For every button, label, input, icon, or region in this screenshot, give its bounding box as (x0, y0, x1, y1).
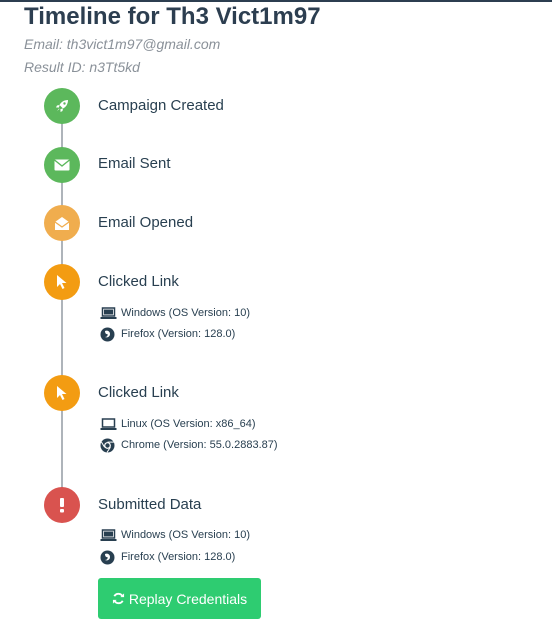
event-detail-os: Windows (OS Version: 10) (100, 526, 250, 544)
timeline-marker-opened (44, 205, 80, 241)
laptop-icon (100, 305, 118, 321)
page-title: Timeline for Th3 Vict1m97 (24, 3, 321, 30)
event-detail-os: Linux (OS Version: x86_64) (100, 415, 256, 433)
laptop-icon (100, 527, 118, 543)
firefox-icon (100, 326, 118, 342)
chrome-icon (100, 437, 118, 453)
event-label-email-opened: Email Opened (98, 214, 194, 231)
email-meta: Email: th3vict1m97@gmail.com (24, 36, 221, 52)
timeline-marker-clicked-1 (44, 264, 80, 300)
event-label-clicked-link-1: Clicked Link (98, 273, 179, 290)
event-detail-os: Windows (OS Version: 10) (100, 304, 250, 322)
timeline-marker-created (44, 88, 80, 124)
mouse-pointer-icon (56, 385, 68, 401)
exclamation-icon (59, 497, 65, 513)
envelope-open-icon (54, 216, 70, 231)
mouse-pointer-icon (56, 274, 68, 290)
event-detail-browser: Firefox (Version: 128.0) (100, 325, 235, 343)
replay-credentials-label: Replay Credentials (128, 590, 248, 607)
rocket-icon (54, 98, 70, 114)
firefox-icon (100, 549, 118, 565)
event-label-submitted-data: Submitted Data (98, 496, 202, 513)
laptop-icon (100, 416, 118, 432)
timeline-marker-submitted (44, 487, 80, 523)
replay-credentials-button[interactable]: Replay Credentials (98, 578, 261, 619)
event-label-campaign-created: Campaign Created (98, 97, 224, 114)
envelope-icon (54, 159, 70, 171)
timeline-marker-sent (44, 147, 80, 183)
refresh-icon (112, 592, 125, 605)
timeline-marker-clicked-2 (44, 375, 80, 411)
result-id-meta: Result ID: n3Tt5kd (24, 59, 140, 75)
event-label-email-sent: Email Sent (98, 155, 171, 172)
event-detail-browser: Chrome (Version: 55.0.2883.87) (100, 436, 278, 454)
event-label-clicked-link-2: Clicked Link (98, 384, 179, 401)
event-detail-browser: Firefox (Version: 128.0) (100, 548, 235, 566)
